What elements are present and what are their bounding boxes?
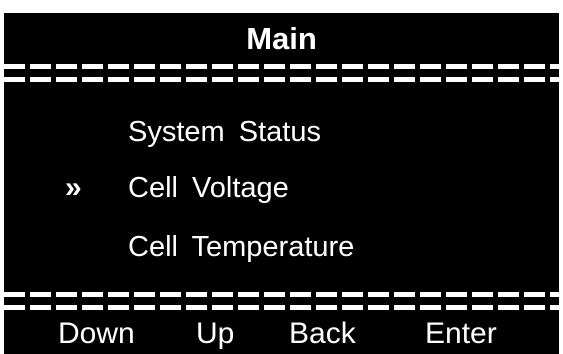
- selection-chevron-icon: »: [65, 171, 82, 204]
- top-divider: [4, 64, 559, 88]
- back-softkey[interactable]: Back: [289, 314, 356, 354]
- lcd-screen: Main System Status » Cell Voltage Cell T…: [4, 13, 559, 354]
- bottom-divider: [4, 292, 559, 316]
- down-softkey[interactable]: Down: [58, 314, 135, 354]
- menu-item-system-status[interactable]: System Status: [4, 110, 559, 154]
- screen-title: Main: [246, 21, 317, 56]
- menu-item-label: Cell Voltage: [128, 172, 289, 204]
- enter-softkey[interactable]: Enter: [425, 314, 497, 354]
- softkey-bar: Down Up Back Enter: [4, 314, 559, 354]
- menu-item-label: Cell Temperature: [128, 231, 355, 263]
- menu-item-cell-voltage[interactable]: » Cell Voltage: [4, 166, 559, 210]
- menu-item-label: System Status: [128, 116, 321, 148]
- up-softkey[interactable]: Up: [196, 314, 234, 354]
- menu-item-cell-temperature[interactable]: Cell Temperature: [4, 225, 559, 269]
